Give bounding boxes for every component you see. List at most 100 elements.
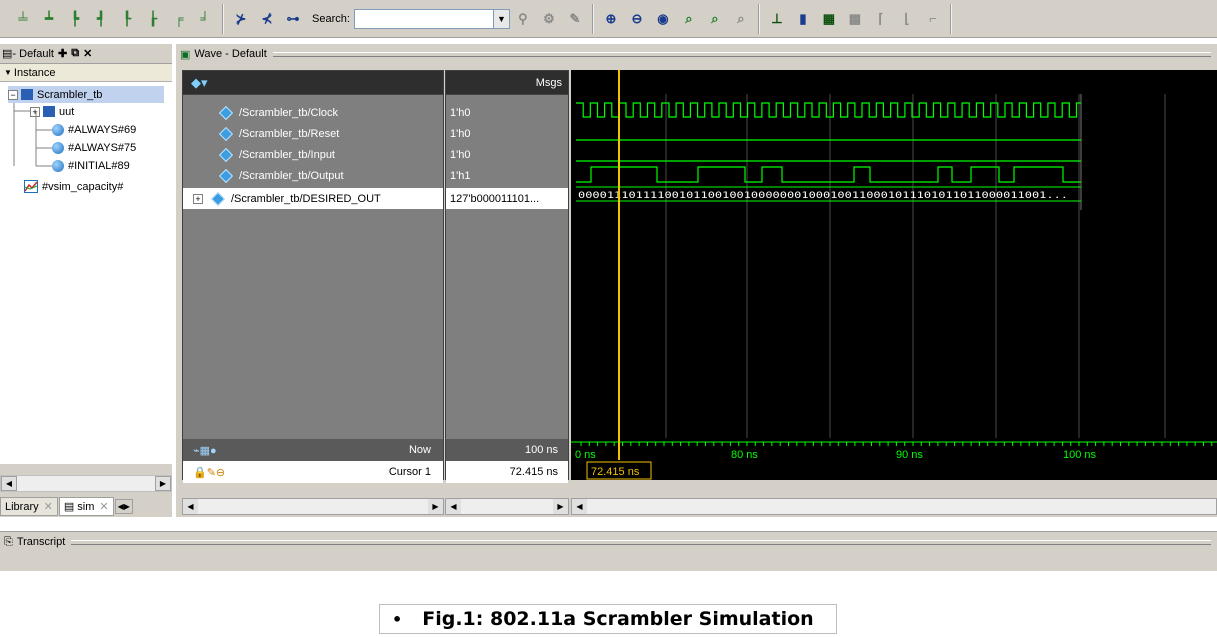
edge-prev-icon[interactable]: ┡	[64, 8, 86, 30]
format-literal-icon[interactable]: ⊥	[766, 8, 788, 30]
scroll-left-icon[interactable]: ◀	[1, 476, 17, 491]
sim-window-icon: ▤	[2, 48, 13, 60]
search-options-icon[interactable]: ⚙	[538, 8, 560, 30]
now-toolbar-icons[interactable]: ⌁▦●	[193, 444, 217, 457]
tab-sim[interactable]: ▤ sim ✕	[58, 497, 114, 516]
edge-toggle-icon[interactable]: ╛	[194, 8, 216, 30]
format-step-icon[interactable]: ⌊	[896, 8, 918, 30]
signal-row-output[interactable]: /Scrambler_tb/Output	[183, 165, 443, 186]
find-next-icon[interactable]: ⊀	[256, 8, 278, 30]
tree-item-initial-89[interactable]: #INITIAL#89	[52, 157, 130, 174]
cursor-label: Cursor 1	[388, 466, 431, 478]
zoom-cursor-icon[interactable]: ⌕	[678, 8, 700, 30]
search-dropdown-icon[interactable]: ▼	[493, 8, 510, 29]
format-dim-icon[interactable]: ⌈	[870, 8, 892, 30]
pane-close-icon[interactable]: ✕	[83, 47, 92, 60]
scroll-right-icon[interactable]: ▶	[155, 476, 171, 491]
expand-icon[interactable]: +	[193, 193, 203, 204]
signal-row-reset[interactable]: /Scrambler_tb/Reset	[183, 123, 443, 144]
format-pulse-icon[interactable]: ⌐	[922, 8, 944, 30]
tab-scroll-icon[interactable]: ◀▶	[114, 499, 133, 514]
tree-item-always-69[interactable]: #ALWAYS#69	[52, 121, 136, 138]
output-waveform	[576, 166, 1081, 183]
sort-arrow-icon: ▼	[4, 68, 12, 77]
search-label: Search:	[312, 12, 350, 25]
names-hscrollbar[interactable]: ◀ ▶	[182, 498, 444, 515]
scroll-left-icon[interactable]: ◀	[183, 499, 198, 514]
structure-hscrollbar[interactable]: ◀ ▶	[0, 475, 172, 492]
zoom-full-icon[interactable]: ◉	[652, 8, 674, 30]
tree-item-vsim-capacity[interactable]: #vsim_capacity#	[24, 178, 123, 195]
zoom-out-icon[interactable]: ⊖	[626, 8, 648, 30]
format-event-icon[interactable]: ▩	[844, 8, 866, 30]
scroll-left-icon[interactable]: ◀	[446, 499, 461, 514]
find-prev-icon[interactable]: ⊁	[230, 8, 252, 30]
expand-icon[interactable]: +	[30, 106, 40, 117]
format-analog-icon[interactable]: ▦	[818, 8, 840, 30]
process-icon	[52, 159, 64, 172]
structure-pane: ▤ - Default ✚ ⧉ ✕ ▼ Instance − Scrambler…	[0, 44, 172, 517]
signal-row-input[interactable]: /Scrambler_tb/Input	[183, 144, 443, 165]
wave-hscrollbars: ◀ ▶ ◀ ▶ ◀	[182, 498, 1217, 515]
wave-window-icon: ▣	[180, 48, 191, 61]
instance-column-header[interactable]: ▼ Instance	[0, 64, 172, 82]
tree-item-uut[interactable]: + uut	[30, 103, 74, 120]
scroll-right-icon[interactable]: ▶	[428, 499, 443, 514]
transcript-grip[interactable]	[71, 539, 1211, 545]
figure-caption: • Fig.1: 802.11a Scrambler Simulation	[379, 604, 837, 634]
scroll-left-icon[interactable]: ◀	[572, 499, 587, 514]
signal-name: /Scrambler_tb/Input	[239, 148, 335, 161]
edge-rise-icon[interactable]: ┞	[116, 8, 138, 30]
signal-diamond-icon	[218, 105, 234, 120]
format-logic-icon[interactable]: ▮	[792, 8, 814, 30]
edge-fall-icon[interactable]: ┟	[142, 8, 164, 30]
tab-close-icon[interactable]: ✕	[44, 500, 53, 513]
pane-add-icon[interactable]: ✚	[58, 47, 67, 60]
zoom-last-icon[interactable]: ⌕	[730, 8, 752, 30]
value-cell-clock: 1'h0	[446, 102, 568, 123]
tab-close-icon[interactable]: ✕	[99, 500, 108, 513]
clock-waveform	[576, 102, 1081, 118]
tab-library[interactable]: Library ✕	[0, 497, 58, 516]
tree-item-always-75[interactable]: #ALWAYS#75	[52, 139, 136, 156]
now-label: Now	[408, 444, 431, 456]
cursor-row[interactable]: 🔒✎⊖ Cursor 1	[183, 461, 443, 483]
signal-diamond-icon	[218, 168, 234, 183]
tree-item-label: #ALWAYS#75	[68, 141, 137, 154]
search-binoculars-icon[interactable]: ⚲	[512, 8, 534, 30]
wave-header-grip[interactable]	[272, 51, 1211, 57]
now-value: 100 ns	[524, 444, 558, 456]
search-input[interactable]	[353, 8, 494, 29]
find-filter-icon[interactable]: ⊶	[282, 8, 304, 30]
signal-row-clock[interactable]: /Scrambler_tb/Clock	[183, 102, 443, 123]
instance-tree: − Scrambler_tb + uut #ALWAYS#69 #ALWAYS#…	[0, 82, 172, 464]
tree-item-label: uut	[59, 105, 75, 118]
now-value-cell: 100 ns	[446, 439, 568, 461]
edge-next-icon[interactable]: ┩	[90, 8, 112, 30]
wave-format-group: ⊥ ▮ ▦ ▩ ⌈ ⌊ ⌐	[760, 3, 952, 34]
zoom-in-icon[interactable]: ⊕	[600, 8, 622, 30]
values-hscrollbar[interactable]: ◀ ▶	[445, 498, 569, 515]
add-wave-icon[interactable]: ◆▾	[191, 75, 208, 91]
waveform-pane[interactable]: 0000111011110010110010010000000100010011…	[571, 70, 1217, 480]
scroll-right-icon[interactable]: ▶	[553, 499, 568, 514]
tree-item-label: #ALWAYS#69	[68, 123, 137, 136]
process-icon	[52, 123, 64, 136]
cursor-tools-icons[interactable]: 🔒✎⊖	[193, 466, 225, 479]
wave-edit-toolbar: ╧ ┷ ┡ ┩ ┞ ┟ ╒ ╛	[6, 3, 224, 34]
edge-any-icon[interactable]: ╒	[168, 8, 190, 30]
signal-row-desired-out[interactable]: + /Scrambler_tb/DESIRED_OUT	[183, 188, 443, 209]
pane-undock-icon[interactable]: ⧉	[71, 47, 79, 60]
transcript-header: ⎘ Transcript	[0, 532, 1217, 552]
insert-divider-icon[interactable]: ╧	[12, 8, 34, 30]
time-tick-label: 90 ns	[896, 449, 923, 461]
insert-breakpoint-icon[interactable]: ┷	[38, 8, 60, 30]
collapse-icon[interactable]: −	[8, 89, 18, 100]
tree-item-scrambler-tb[interactable]: − Scrambler_tb	[8, 86, 164, 103]
cursor-value-cell[interactable]: 72.415 ns	[446, 461, 568, 483]
zoom-range-icon[interactable]: ⌕	[704, 8, 726, 30]
waveform-grid	[665, 94, 1166, 438]
waveform-canvas: 0000111011110010110010010000000100010011…	[571, 70, 1217, 480]
waveform-hscrollbar[interactable]: ◀	[571, 498, 1217, 515]
search-clear-icon[interactable]: ✎	[564, 8, 586, 30]
